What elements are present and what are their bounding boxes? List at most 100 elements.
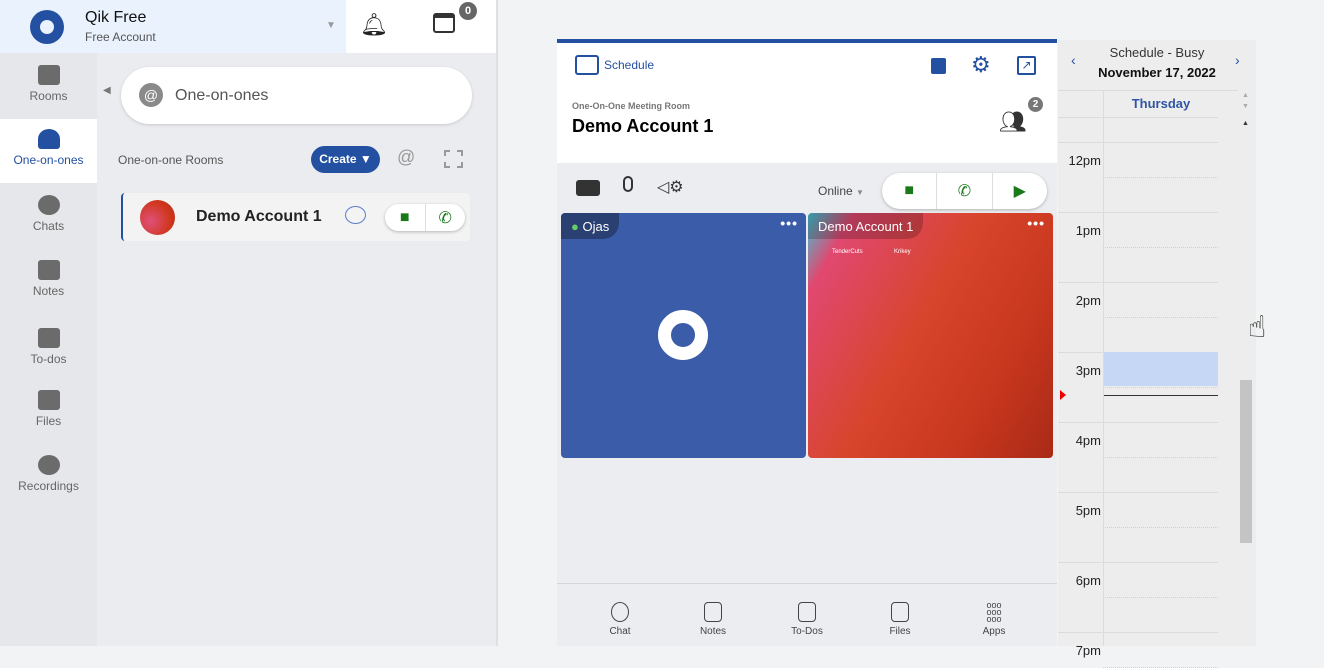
add-contact-icon[interactable]: @ (397, 147, 415, 168)
bell-icon[interactable]: 🔔︎ (360, 12, 388, 38)
create-button[interactable]: Create ▼ (311, 146, 380, 173)
more-options-icon[interactable]: ••• (780, 215, 798, 231)
popout-icon[interactable]: ↗ (1017, 56, 1036, 75)
hour-line (1058, 492, 1218, 493)
half-hour-line (1103, 317, 1218, 318)
gear-icon[interactable]: ⚙ (971, 52, 991, 78)
scan-icon[interactable] (444, 150, 463, 168)
play-button[interactable]: ▶ (993, 173, 1047, 209)
half-hour-line (1103, 247, 1218, 248)
hour-line (1058, 632, 1218, 633)
calendar-icon[interactable] (433, 13, 455, 33)
video-tile-ojas[interactable]: ● Ojas ••• (561, 213, 806, 458)
hour-line (1058, 422, 1218, 423)
audio-call-button[interactable]: ✆ (937, 173, 993, 209)
recordings-icon (37, 455, 60, 475)
video-tile-demo-account[interactable]: Demo Account 1 TenderCuts Krikey ••• (808, 213, 1053, 458)
room-list-item[interactable]: Demo Account 1 ■ ✆ (121, 193, 470, 241)
speaker-settings-icon[interactable]: ◁⚙ (657, 177, 684, 197)
meeting-room: Schedule ⚙ ↗ One-On-One Meeting Room Dem… (557, 39, 1057, 646)
label: Files (889, 626, 911, 637)
label: Apps (982, 626, 1006, 637)
tile-name-tag: Demo Account 1 (808, 213, 924, 239)
sidebar-item-recordings[interactable]: Recordings (0, 445, 97, 509)
microphone-icon[interactable] (623, 176, 633, 192)
current-time-line (1104, 395, 1218, 396)
room-name: Demo Account 1 (196, 208, 322, 225)
search-value: One-on-ones (175, 87, 269, 104)
bottom-toolbar: Chat Notes To-Dos Files ooo ooo ooo Apps (557, 583, 1057, 650)
hour-line (1058, 282, 1218, 283)
notes-button[interactable]: Notes (683, 602, 743, 637)
tile-name: Ojas (582, 219, 610, 234)
todos-button[interactable]: To-Dos (777, 602, 837, 637)
lock-icon[interactable] (931, 58, 946, 74)
qik-logo (30, 10, 64, 44)
notes-icon (704, 602, 722, 622)
chat-icon[interactable] (345, 206, 366, 224)
sidebar-item-rooms[interactable]: Rooms (0, 55, 97, 119)
sidebar-item-todos[interactable]: To-dos (0, 318, 97, 382)
app-name: Qik Free (85, 9, 147, 26)
more-options-icon[interactable]: ••• (1027, 215, 1045, 231)
sidebar-item-chats[interactable]: Chats (0, 185, 97, 249)
sidebar-item-files[interactable]: Files (0, 380, 97, 444)
checkbox-icon (798, 602, 816, 622)
label: Notes (699, 626, 727, 637)
schedule-calendar: ‹ › Schedule - Busy November 17, 2022 Th… (1058, 40, 1256, 668)
sidebar-item-label: One-on-ones (13, 153, 84, 167)
files-icon (37, 390, 60, 410)
half-hour-line (1103, 457, 1218, 458)
avatar (140, 200, 175, 235)
sidebar: Rooms One-on-ones Chats Notes To-dos Fil… (0, 53, 97, 646)
half-hour-line (1103, 177, 1218, 178)
qik-logo (658, 310, 708, 360)
audio-call-button[interactable]: ✆ (426, 204, 466, 231)
account-switcher[interactable]: Qik Free Free Account ▼ (0, 0, 346, 53)
tile-name-tag: ● Ojas (561, 213, 620, 239)
half-hour-line (1103, 597, 1218, 598)
rooms-panel: ◀ (97, 53, 496, 646)
status-value: Online (818, 184, 853, 198)
video-call-button[interactable]: ■ (385, 204, 426, 231)
notes-icon (37, 260, 60, 280)
participants-icon[interactable]: 👥︎ (999, 109, 1027, 135)
apps-button[interactable]: ooo ooo ooo Apps (964, 601, 1024, 638)
hour-line (1058, 212, 1218, 213)
chat-button[interactable]: Chat (590, 602, 650, 637)
scrollbar[interactable]: ▲ ▼ ▲ (1238, 90, 1256, 646)
sidebar-item-label: Files (35, 414, 62, 428)
section-label: One-on-one Rooms (118, 153, 224, 167)
search-input[interactable]: @ One-on-ones (121, 67, 472, 124)
time-label: 1pm (1075, 223, 1101, 238)
files-button[interactable]: Files (870, 602, 930, 637)
sidebar-item-label: Chats (32, 219, 65, 233)
selected-slot[interactable] (1104, 352, 1218, 386)
camera-icon[interactable] (576, 180, 600, 196)
account-type: Free Account (85, 30, 156, 44)
video-call-button[interactable]: ■ (882, 173, 938, 209)
sidebar-item-one-on-ones[interactable]: One-on-ones (0, 119, 97, 183)
overlay-text: Krikey (894, 249, 911, 255)
schedule-button[interactable]: Schedule (604, 58, 654, 72)
time-label: 4pm (1075, 433, 1101, 448)
current-time-marker (1060, 390, 1066, 400)
hour-line (1058, 562, 1218, 563)
time-label: 6pm (1075, 573, 1101, 588)
scrollbar-thumb[interactable] (1240, 380, 1252, 543)
participants-badge: 2 (1028, 97, 1043, 112)
time-label: 7pm (1075, 643, 1101, 658)
collapse-icon[interactable]: ◀ (103, 85, 111, 96)
half-hour-line (1103, 527, 1218, 528)
label: To-Dos (791, 626, 823, 637)
time-label: 2pm (1075, 293, 1101, 308)
schedule-icon (575, 55, 599, 75)
sidebar-item-label: Notes (32, 284, 65, 298)
room-type: One-On-One Meeting Room (572, 101, 690, 111)
chats-icon (37, 195, 60, 215)
sidebar-item-label: To-dos (30, 352, 67, 366)
sidebar-item-notes[interactable]: Notes (0, 250, 97, 314)
status-dropdown[interactable]: Online ▼ (818, 184, 864, 198)
time-label: 12pm (1068, 153, 1101, 168)
room-title: Demo Account 1 (572, 116, 714, 136)
